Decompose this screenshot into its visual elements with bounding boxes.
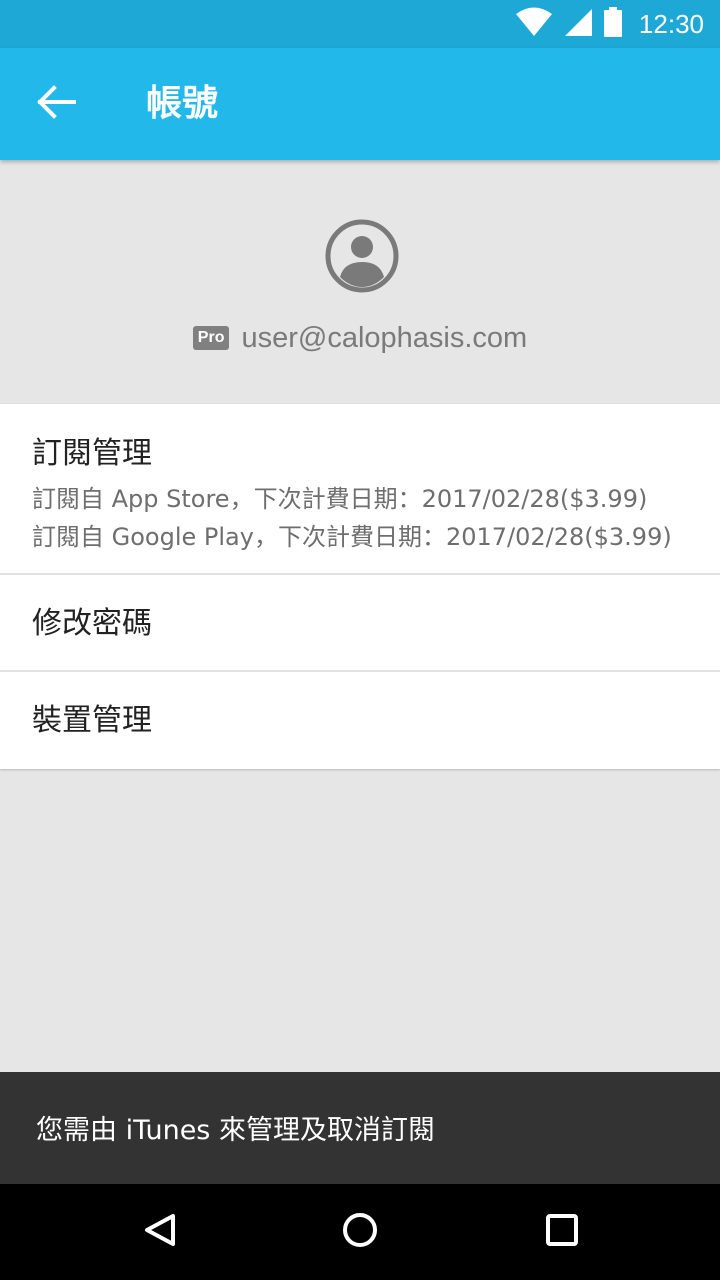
battery-icon [603, 7, 623, 41]
menu-item-subscription[interactable]: 訂閱管理 訂閱自 App Store，下次計費日期：2017/02/28($3.… [0, 404, 720, 575]
home-circle-icon [340, 1210, 380, 1254]
settings-menu: 訂閱管理 訂閱自 App Store，下次計費日期：2017/02/28($3.… [0, 404, 720, 769]
account-circle-icon [324, 218, 400, 294]
status-icons: 12:30 [515, 0, 704, 48]
menu-item-change-password[interactable]: 修改密碼 [0, 575, 720, 672]
user-email: user@calophasis.com [241, 321, 528, 354]
change-password-title: 修改密碼 [32, 606, 152, 641]
device-management-title: 裝置管理 [32, 703, 152, 738]
status-time: 12:30 [638, 8, 704, 39]
signal-icon [563, 7, 593, 41]
status-bar: 12:30 [0, 0, 720, 48]
snackbar-message: 您需由 iTunes 來管理及取消訂閱 [36, 1115, 435, 1146]
recents-square-icon [542, 1210, 582, 1254]
navigation-bar [0, 1184, 720, 1280]
subscription-title: 訂閱管理 [32, 436, 152, 471]
subscription-detail-google-play: 訂閱自 Google Play，下次計費日期：2017/02/28($3.99) [32, 523, 672, 551]
page-title: 帳號 [146, 83, 219, 124]
subscription-detail-app-store: 訂閱自 App Store，下次計費日期：2017/02/28($3.99) [32, 485, 648, 513]
pro-badge: Pro [192, 326, 230, 350]
nav-recents-button[interactable] [534, 1204, 590, 1260]
nav-home-button[interactable] [332, 1204, 388, 1260]
app-bar: 帳號 [0, 48, 720, 160]
menu-item-device-management[interactable]: 裝置管理 [0, 672, 720, 769]
profile-header: Pro user@calophasis.com [0, 160, 720, 404]
wifi-icon [515, 7, 553, 41]
nav-back-button[interactable] [132, 1204, 188, 1260]
back-button[interactable] [24, 76, 88, 132]
snackbar: 您需由 iTunes 來管理及取消訂閱 [0, 1072, 720, 1184]
back-triangle-icon [140, 1210, 180, 1254]
arrow-left-icon [36, 85, 76, 123]
email-row: Pro user@calophasis.com [0, 318, 720, 358]
